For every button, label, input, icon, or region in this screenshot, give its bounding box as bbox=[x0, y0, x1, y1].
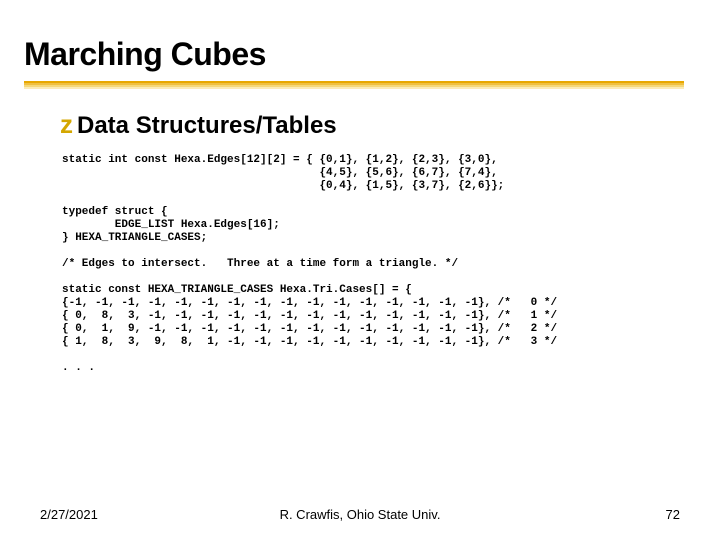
footer-page-number: 72 bbox=[666, 507, 680, 522]
footer-date: 2/27/2021 bbox=[40, 507, 98, 522]
footer: 2/27/2021 R. Crawfis, Ohio State Univ. 7… bbox=[0, 507, 720, 522]
bullet-item: z Data Structures/Tables bbox=[60, 111, 720, 140]
bullet-text: Data Structures/Tables bbox=[77, 112, 337, 140]
bullet-z-icon: z bbox=[60, 111, 73, 137]
code-block: static int const Hexa.Edges[12][2] = { {… bbox=[60, 154, 720, 374]
slide-title: Marching Cubes bbox=[24, 36, 720, 73]
footer-center: R. Crawfis, Ohio State Univ. bbox=[280, 507, 441, 522]
title-underline bbox=[24, 81, 684, 91]
